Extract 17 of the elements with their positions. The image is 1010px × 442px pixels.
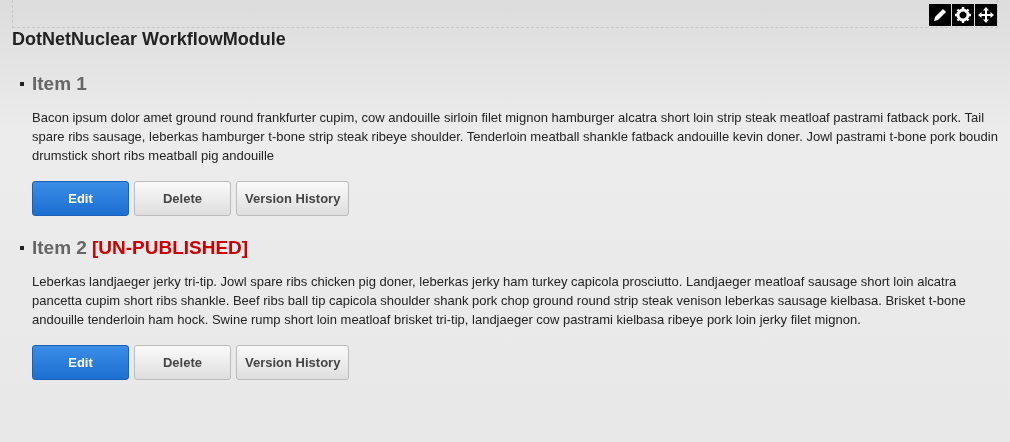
item-body: Bacon ipsum dolor amet ground round frankfurter cupim, cow andouille sirloin filet mignon hamburger alcatra short loin strip steak meatloaf pastrami fatback pork. Tail spare ribs sausage, leberkas hamburger t-bone strip steak ribeye shoulder. Tenderloin meatball shankle fatback andouille kevin doner. Jowl pastrami t-bone pork boudin drumstick short ribs meatball pig andouille xyxy=(32,109,998,165)
status-label: [UN-PUBLISHED] xyxy=(91,237,249,258)
move-icon[interactable] xyxy=(975,4,997,26)
edit-button[interactable]: Edit xyxy=(32,345,129,380)
bullet-icon xyxy=(20,82,24,86)
action-button[interactable]: Version History xyxy=(236,181,350,216)
settings-icon[interactable] xyxy=(952,4,974,26)
item-title: Item 2 xyxy=(32,237,87,258)
action-button[interactable]: Version History xyxy=(236,345,350,380)
item-body: Leberkas landjaeger jerky tri-tip. Jowl spare ribs chicken pig doner, leberkas jerky ham turkey capicola prosciutto. Landjaeger meatloaf sausage short loin alcatra pancetta cupim short ribs shankle. Beef ribs ball tip capicola shoulder shank pork chop ground round strip steak venison leberkas sausage kielbasa. Brisket t-bone andouille tenderloin ham hock. Swine rump short loin meatloaf brisket tri-tip, landjaeger cow pastrami kielbasa ribeye pork loin jerky filet mignon. xyxy=(32,273,967,329)
action-button[interactable]: Delete xyxy=(134,345,231,380)
item-title: Item 1 xyxy=(32,73,87,94)
action-button[interactable]: Delete xyxy=(134,181,231,216)
bullet-icon xyxy=(20,246,24,250)
module-title: DotNetNuclear WorkflowModule xyxy=(12,28,287,50)
edit-button[interactable]: Edit xyxy=(32,181,129,216)
pencil-icon[interactable] xyxy=(929,4,951,26)
